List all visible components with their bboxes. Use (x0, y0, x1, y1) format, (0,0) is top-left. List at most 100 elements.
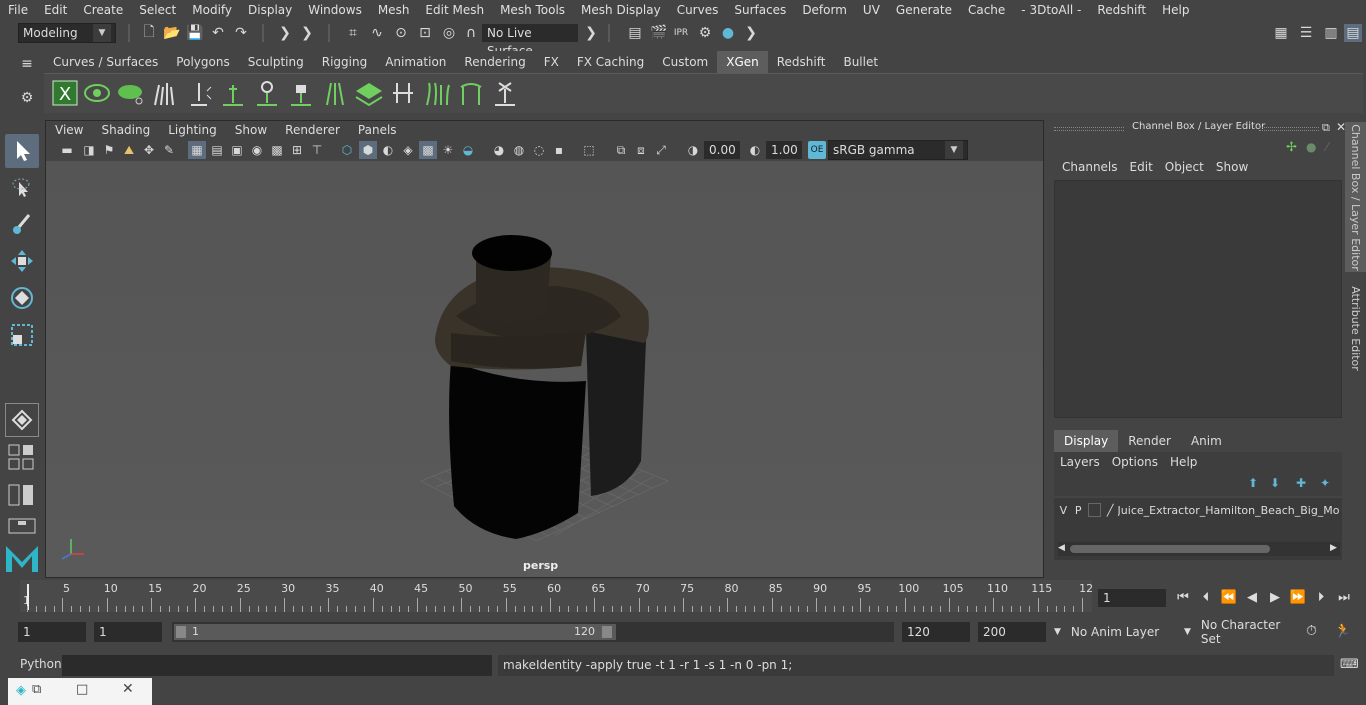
safe-action-icon[interactable]: ⊞ (288, 141, 306, 159)
cb-menu-edit[interactable]: Edit (1124, 160, 1159, 178)
character-set-dropdown[interactable]: ▼ No Character Set (1180, 618, 1302, 646)
layer-row[interactable]: V P ╱ Juice_Extractor_Hamilton_Beach_Big… (1056, 500, 1340, 520)
default-material-icon[interactable]: ◐ (379, 141, 397, 159)
menu-deform[interactable]: Deform (794, 3, 855, 17)
cb-menu-object[interactable]: Object (1159, 160, 1210, 178)
anti-aliasing-icon[interactable]: ▪ (550, 141, 568, 159)
menu-icon[interactable]: ≡ (18, 55, 36, 73)
image-plane-icon[interactable]: ⛰ (120, 141, 138, 159)
xgen-preview-icon[interactable] (82, 78, 112, 108)
menu-create[interactable]: Create (75, 3, 131, 17)
hypershade-icon[interactable]: ● (719, 24, 737, 42)
step-forward-key-icon[interactable]: ⏵ (1312, 588, 1330, 606)
end-time-field[interactable]: 200 (978, 622, 1046, 642)
vp-menu-shading[interactable]: Shading (92, 123, 159, 137)
scroll-left-icon[interactable]: ◀ (1058, 543, 1065, 553)
layer-menu-options[interactable]: Options (1106, 455, 1164, 469)
range-slider[interactable]: 1 120 (172, 622, 894, 642)
tab-curves-surfaces[interactable]: Curves / Surfaces (44, 51, 168, 73)
tab-redshift[interactable]: Redshift (767, 51, 835, 73)
tab-xgen[interactable]: XGen (717, 51, 768, 73)
menu-help[interactable]: Help (1154, 3, 1197, 17)
new-scene-icon[interactable]: 🗋 (140, 24, 158, 42)
xgen-guides-icon[interactable] (150, 78, 180, 108)
menu-edit[interactable]: Edit (36, 3, 75, 17)
layer-color-swatch[interactable] (1087, 503, 1101, 517)
close-window-icon[interactable]: ✕ (122, 681, 134, 697)
select-tool-icon[interactable] (5, 134, 39, 168)
camera-attributes-icon[interactable]: ◨ (80, 141, 98, 159)
arrow-right-icon-2[interactable]: ❯ (298, 24, 316, 42)
new-layer-icon[interactable]: ✚ (1296, 476, 1306, 490)
color-management-icon[interactable]: OE (808, 141, 826, 159)
menu-uv[interactable]: UV (855, 3, 888, 17)
menu-select[interactable]: Select (131, 3, 184, 17)
guide-surface-icon[interactable] (354, 78, 384, 108)
layer-playback-toggle[interactable]: P (1071, 504, 1086, 517)
anim-layer-dropdown[interactable]: ▼ No Anim Layer (1050, 622, 1174, 642)
resolution-gate-icon[interactable]: ▣ (228, 141, 246, 159)
layer-menu-layers[interactable]: Layers (1054, 455, 1106, 469)
add-guide-icon[interactable] (184, 78, 214, 108)
cb-menu-channels[interactable]: Channels (1056, 160, 1124, 178)
tab-polygons[interactable]: Polygons (167, 51, 239, 73)
menu-file[interactable]: File (0, 3, 36, 17)
current-frame-field[interactable]: 1 (1098, 589, 1166, 607)
play-backward-icon[interactable]: ◀ (1243, 588, 1261, 606)
menu-mesh[interactable]: Mesh (370, 3, 418, 17)
gamma-field[interactable]: 1.00 (766, 141, 802, 159)
layout-icon[interactable]: ☰ (1297, 24, 1315, 42)
camera-select-icon[interactable]: ▬ (58, 141, 76, 159)
xray-icon[interactable]: ◕ (490, 141, 508, 159)
rotate-tool-icon[interactable] (5, 281, 39, 315)
tab-render[interactable]: Render (1118, 430, 1181, 452)
lock-guide-icon[interactable] (286, 78, 316, 108)
groom-guides-icon[interactable] (320, 78, 350, 108)
layout-outliner-icon[interactable] (8, 484, 36, 506)
menu-generate[interactable]: Generate (888, 3, 960, 17)
restore-icon[interactable]: ⧉ (32, 682, 41, 697)
render-settings-icon[interactable]: ⚙ (696, 24, 714, 42)
new-layer-selected-icon[interactable]: ✦ (1320, 476, 1330, 490)
save-scene-icon[interactable]: 💾 (186, 24, 204, 42)
menu-curves[interactable]: Curves (669, 3, 727, 17)
animation-preferences-icon[interactable]: 🏃 (1334, 623, 1351, 639)
menu-display[interactable]: Display (240, 3, 300, 17)
gamma-icon[interactable]: ◐ (746, 141, 764, 159)
command-input[interactable] (62, 655, 492, 676)
menu-surfaces[interactable]: Surfaces (726, 3, 794, 17)
grease-pencil-icon[interactable]: ✎ (160, 141, 178, 159)
field-chart-icon[interactable]: ▩ (268, 141, 286, 159)
playback-end-field[interactable]: 120 (902, 622, 970, 642)
layout-four-panes-icon[interactable] (8, 444, 36, 472)
panel-layout-icon[interactable]: ▥ (1322, 24, 1340, 42)
viewport-scene[interactable]: persp (46, 161, 1043, 577)
channel-list[interactable] (1054, 180, 1342, 418)
tab-fx-caching[interactable]: FX Caching (567, 51, 654, 73)
last-tool-icon[interactable] (5, 403, 39, 437)
smooth-shade-icon[interactable]: ⬢ (359, 141, 377, 159)
wireframe-icon[interactable]: ⬡ (338, 141, 356, 159)
command-language-label[interactable]: Python (20, 657, 62, 671)
playback-start-field[interactable]: 1 (94, 622, 162, 642)
maximize-icon[interactable]: □ (76, 682, 88, 697)
auto-key-icon[interactable]: ⏱ (1306, 623, 1317, 639)
live-surface-field[interactable]: No Live Surface (482, 24, 578, 58)
exposure-field[interactable]: 0.00 (704, 141, 740, 159)
tab-custom[interactable]: Custom (653, 51, 718, 73)
move-tool-icon[interactable] (5, 244, 39, 278)
tab-display[interactable]: Display (1054, 430, 1119, 452)
ipr-render-icon[interactable]: IPR (672, 24, 690, 42)
textured-icon[interactable]: ▩ (419, 141, 437, 159)
menu-mesh-display[interactable]: Mesh Display (573, 3, 669, 17)
channel-box-toggle-icon[interactable]: ▤ (1344, 24, 1362, 42)
frame-selection-icon[interactable]: ⧈ (632, 141, 650, 159)
arrow-right-icon-4[interactable]: ❯ (742, 24, 760, 42)
gate-mask-icon[interactable]: ◉ (248, 141, 266, 159)
time-slider[interactable]: 1 51015202530354045505560657075808590951… (20, 580, 1093, 612)
paint-select-icon[interactable] (5, 207, 39, 241)
side-tab-channel-box[interactable]: Channel Box / Layer Editor (1345, 122, 1366, 272)
scroll-right-icon[interactable]: ▶ (1330, 543, 1337, 553)
gear-icon[interactable]: ⚙ (18, 89, 36, 107)
exposure-icon[interactable]: ◑ (684, 141, 702, 159)
